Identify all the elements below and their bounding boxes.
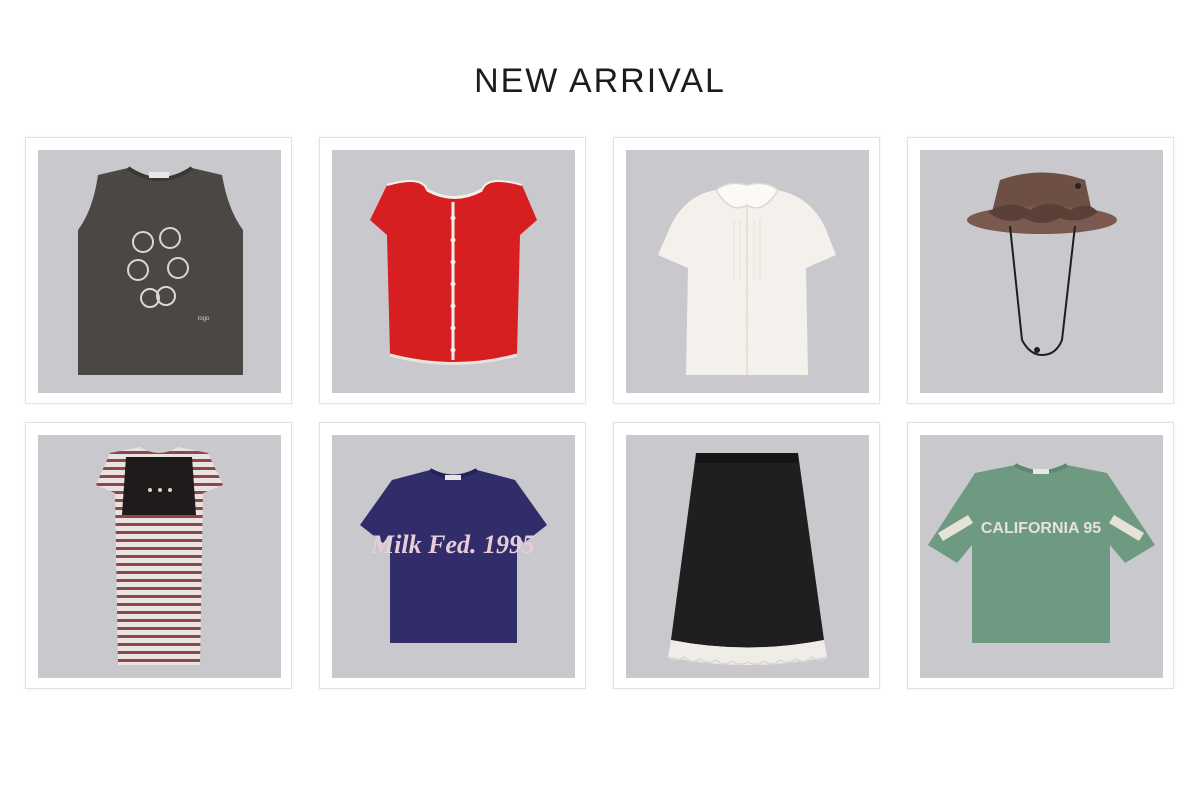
product-card-striped-dress[interactable]: [25, 422, 292, 689]
product-image[interactable]: [626, 150, 869, 393]
white-blouse-illustration: [658, 182, 836, 375]
product-card-tank-top[interactable]: logo: [25, 137, 292, 404]
product-image[interactable]: [920, 150, 1163, 393]
red-top-illustration: [370, 180, 537, 365]
navy-tee-illustration: Milk Fed. 1995: [360, 468, 547, 643]
svg-text:logo: logo: [198, 316, 210, 322]
product-image[interactable]: [38, 435, 281, 678]
washed-tank-top-illustration: logo: [78, 166, 243, 375]
product-card-black-skirt[interactable]: [613, 422, 880, 689]
bucket-hat-illustration: [967, 172, 1117, 357]
product-card-red-top[interactable]: [319, 137, 586, 404]
product-image[interactable]: Milk Fed. 1995: [332, 435, 575, 678]
product-card-green-tee[interactable]: CALIFORNIA 95: [907, 422, 1174, 689]
product-card-bucket-hat[interactable]: [907, 137, 1174, 404]
product-grid: logo Milk Fed. 1995 CALIFORNIA 95: [0, 0, 1200, 800]
product-image[interactable]: [626, 435, 869, 678]
product-image[interactable]: CALIFORNIA 95: [920, 435, 1163, 678]
product-print-text: CALIFORNIA 95: [981, 520, 1101, 537]
product-card-navy-tee[interactable]: Milk Fed. 1995: [319, 422, 586, 689]
green-tee-illustration: CALIFORNIA 95: [928, 463, 1155, 643]
product-card-white-blouse[interactable]: [613, 137, 880, 404]
product-print-text: Milk Fed. 1995: [370, 530, 535, 559]
black-skirt-illustration: [667, 453, 828, 665]
product-image[interactable]: [332, 150, 575, 393]
product-image[interactable]: logo: [38, 150, 281, 393]
striped-dress-illustration: [96, 447, 223, 665]
